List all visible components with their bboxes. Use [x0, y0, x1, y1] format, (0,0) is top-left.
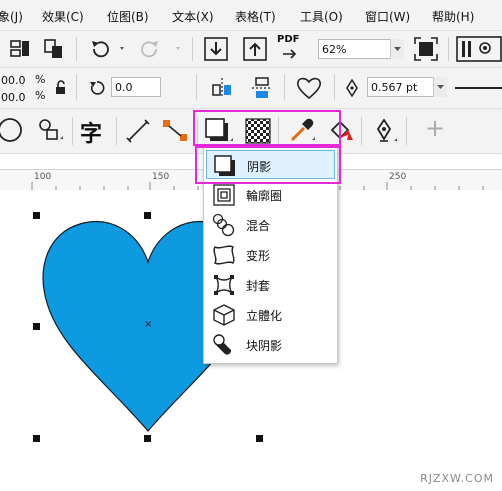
selection-handle-top[interactable]: [144, 212, 151, 219]
extrude-icon: [212, 303, 236, 327]
distort-icon: [212, 243, 236, 267]
center-mark: ×: [144, 319, 153, 330]
menu-item-distort[interactable]: 变形: [206, 240, 335, 269]
menu-item-blend[interactable]: 混合: [206, 210, 335, 239]
menu-item-block-shadow[interactable]: 块阴影: [206, 330, 335, 359]
menu-item-contour[interactable]: 輪廓圈: [206, 180, 335, 209]
menu-item-envelope[interactable]: 封套: [206, 270, 335, 299]
highlight-box-tool: [193, 110, 341, 146]
envelope-icon: [212, 273, 236, 297]
selection-handle-bottom[interactable]: [144, 435, 151, 442]
blend-icon: [212, 213, 236, 237]
selection-handle-left[interactable]: [33, 323, 40, 330]
selection-handle-bottom-right[interactable]: [256, 435, 263, 442]
contour-icon: [212, 183, 236, 207]
block-shadow-icon: [212, 333, 236, 357]
selection-handle-top-left[interactable]: [33, 212, 40, 219]
selection-handle-bottom-left[interactable]: [33, 435, 40, 442]
menu-item-extrude[interactable]: 立體化: [206, 300, 335, 329]
highlight-box-menu-item: [195, 146, 341, 184]
watermark: RJZXW.COM: [420, 472, 494, 485]
